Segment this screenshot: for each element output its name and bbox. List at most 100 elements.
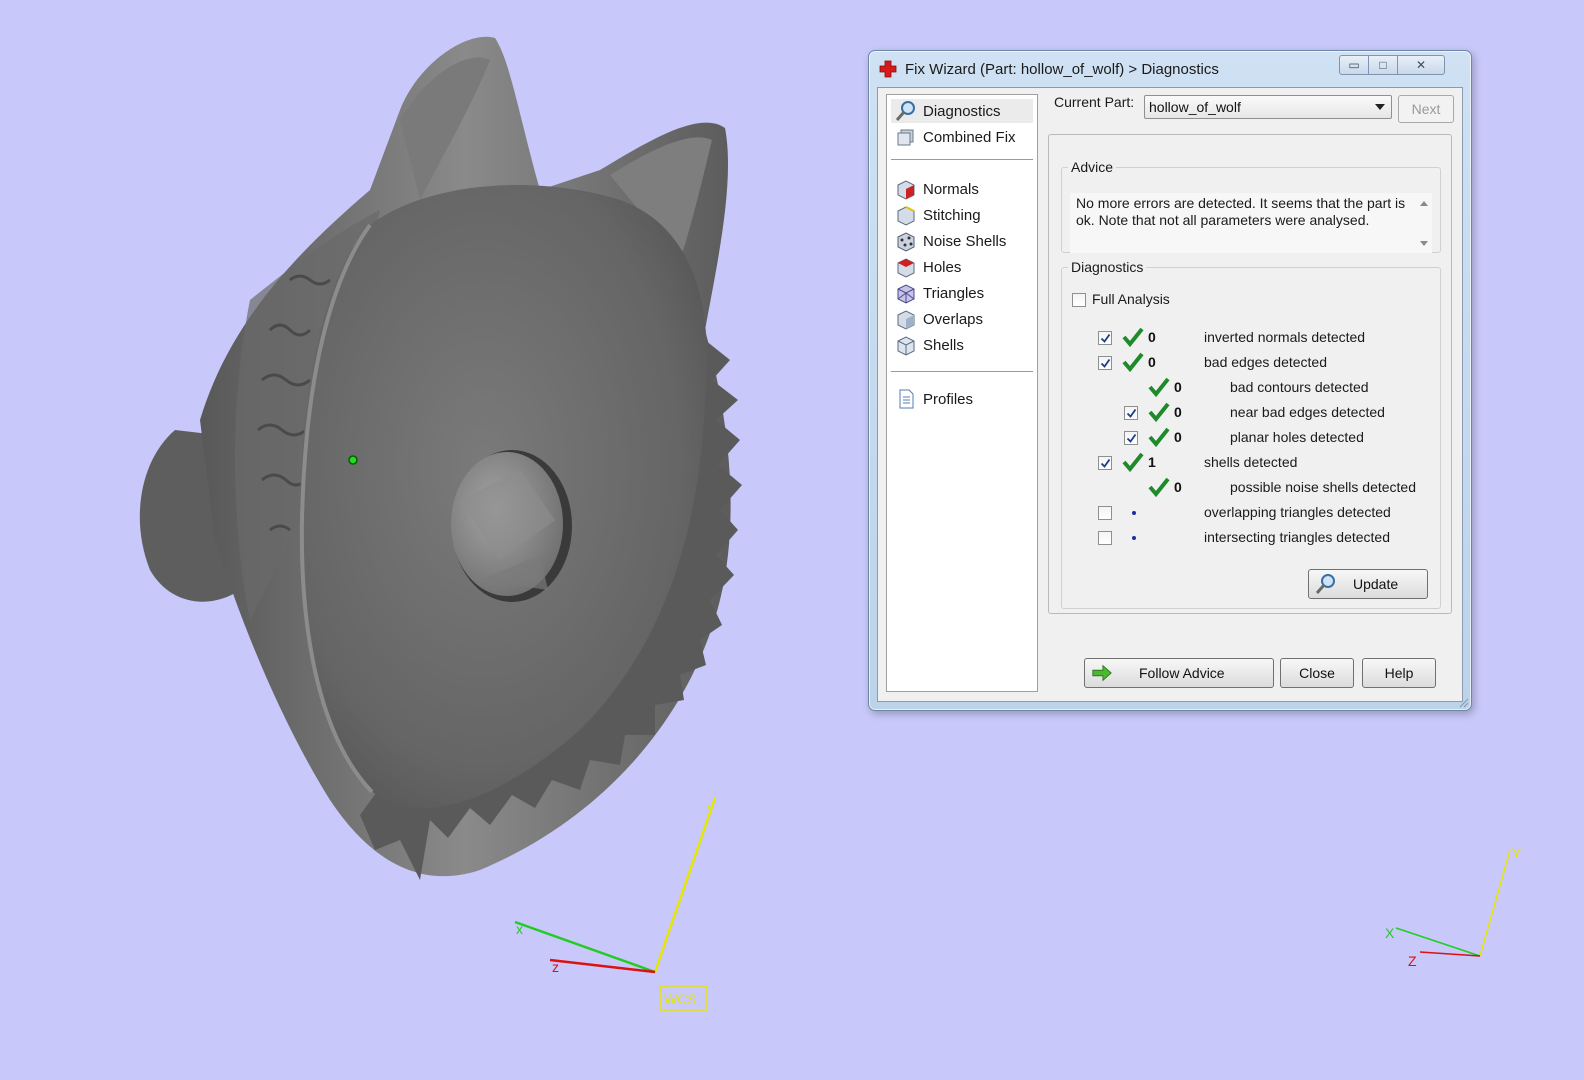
- follow-advice-button[interactable]: Follow Advice: [1084, 658, 1274, 688]
- checkmark-icon: [1100, 333, 1110, 343]
- wizard-sidebar: Diagnostics Combined Fix Normals Stitchi…: [886, 94, 1038, 692]
- sidebar-item-label: Noise Shells: [923, 232, 1007, 250]
- inverted-normals-label: inverted normals detected: [1204, 329, 1366, 345]
- sidebar-item-label: Diagnostics: [923, 102, 1001, 120]
- resize-grip-icon[interactable]: [1457, 696, 1469, 708]
- checkmark-icon: [1100, 458, 1110, 468]
- sidebar-item-label: Combined Fix: [923, 128, 1016, 146]
- bad-edges-checkbox[interactable]: [1098, 356, 1112, 370]
- checkmark-icon: [1126, 408, 1136, 418]
- green-check-icon: [1122, 352, 1144, 372]
- advice-group: Advice No more errors are detected. It s…: [1061, 159, 1441, 253]
- sidebar-item-overlaps[interactable]: Overlaps: [891, 307, 1033, 331]
- corner-x-label: X: [1385, 925, 1395, 941]
- next-button[interactable]: Next: [1398, 95, 1454, 123]
- corner-y-label: Y: [1512, 845, 1522, 861]
- full-analysis-checkbox[interactable]: [1072, 293, 1086, 307]
- wcs-label: WCS: [664, 991, 697, 1007]
- shells-count: 1: [1148, 454, 1156, 470]
- inverted-normals-checkbox[interactable]: [1098, 331, 1112, 345]
- help-button[interactable]: Help: [1362, 658, 1436, 688]
- minimize-button[interactable]: ▭: [1339, 55, 1369, 75]
- document-icon: [899, 389, 914, 409]
- sidebar-item-label: Normals: [923, 180, 979, 198]
- magnifier-icon: [1315, 574, 1335, 594]
- sidebar-item-label: Holes: [923, 258, 962, 276]
- close-window-button[interactable]: ✕: [1397, 55, 1445, 75]
- scroll-down-icon[interactable]: [1420, 241, 1428, 246]
- near-bad-edges-label: near bad edges detected: [1230, 404, 1385, 420]
- sidebar-item-combined-fix[interactable]: Combined Fix: [891, 125, 1033, 149]
- intersecting-triangles-checkbox[interactable]: [1098, 531, 1112, 545]
- current-part-value: hollow_of_wolf: [1149, 99, 1241, 115]
- diagnostics-group: Diagnostics Full Analysis 0 inverted nor…: [1061, 259, 1441, 609]
- update-button-label: Update: [1353, 576, 1399, 592]
- dialog-title: Fix Wizard (Part: hollow_of_wolf) > Diag…: [905, 61, 1219, 78]
- wolf-model: [139, 36, 742, 880]
- green-check-icon: [1122, 327, 1144, 347]
- overlapping-triangles-label: overlapping triangles detected: [1204, 504, 1391, 520]
- triangles-cube-icon: [897, 284, 915, 304]
- sidebar-item-stitching[interactable]: Stitching: [891, 203, 1033, 227]
- current-part-select[interactable]: hollow_of_wolf: [1144, 95, 1392, 119]
- sidebar-item-label: Profiles: [923, 390, 974, 408]
- current-part-label: Current Part:: [1054, 94, 1135, 110]
- red-cross-icon: [879, 60, 897, 78]
- sidebar-item-noise-shells[interactable]: Noise Shells: [891, 229, 1033, 253]
- sidebar-item-label: Overlaps: [923, 310, 984, 328]
- fix-wizard-dialog: Fix Wizard (Part: hollow_of_wolf) > Diag…: [868, 50, 1472, 711]
- normals-cube-icon: [897, 180, 915, 200]
- sidebar-item-triangles[interactable]: Triangles: [891, 281, 1033, 305]
- advice-legend: Advice: [1071, 159, 1114, 175]
- noise-shells-icon: [897, 232, 915, 252]
- shells-checkbox[interactable]: [1098, 456, 1112, 470]
- bad-edges-label: bad edges detected: [1204, 354, 1327, 370]
- sidebar-item-label: Shells: [923, 336, 964, 354]
- green-check-icon: [1148, 477, 1170, 497]
- scroll-up-icon[interactable]: [1420, 201, 1428, 206]
- maximize-button[interactable]: □: [1368, 55, 1398, 75]
- intersecting-triangles-label: intersecting triangles detected: [1204, 529, 1390, 545]
- close-button[interactable]: Close: [1280, 658, 1354, 688]
- green-check-icon: [1122, 452, 1144, 472]
- overlapping-triangles-checkbox[interactable]: [1098, 506, 1112, 520]
- cube-stack-icon: [897, 129, 914, 146]
- noise-shells-count: 0: [1174, 479, 1182, 495]
- bad-edges-count: 0: [1148, 354, 1156, 370]
- bad-contours-count: 0: [1174, 379, 1182, 395]
- green-check-icon: [1148, 402, 1170, 422]
- sidebar-item-diagnostics[interactable]: Diagnostics: [891, 99, 1033, 123]
- stitching-cube-icon: [897, 206, 915, 226]
- advice-text: No more errors are detected. It seems th…: [1076, 195, 1406, 228]
- near-bad-edges-count: 0: [1174, 404, 1182, 420]
- sidebar-divider: [891, 371, 1033, 373]
- overlaps-cube-icon: [897, 310, 915, 330]
- maximize-icon: □: [1379, 58, 1387, 72]
- planar-holes-checkbox[interactable]: [1124, 431, 1138, 445]
- dialog-titlebar[interactable]: Fix Wizard (Part: hollow_of_wolf) > Diag…: [869, 51, 1471, 87]
- arrow-right-icon: [1092, 664, 1112, 682]
- sidebar-item-holes[interactable]: Holes: [891, 255, 1033, 279]
- sidebar-item-profiles[interactable]: Profiles: [891, 387, 1033, 411]
- close-icon: ✕: [1415, 58, 1427, 72]
- wcs-y-label: y: [707, 799, 714, 815]
- bad-contours-label: bad contours detected: [1230, 379, 1369, 395]
- advice-textbox[interactable]: No more errors are detected. It seems th…: [1070, 193, 1432, 253]
- near-bad-edges-checkbox[interactable]: [1124, 406, 1138, 420]
- shells-cube-icon: [897, 336, 915, 356]
- pending-dot-icon: [1132, 536, 1136, 540]
- follow-advice-label: Follow Advice: [1139, 665, 1225, 681]
- update-button[interactable]: Update: [1308, 569, 1428, 599]
- sidebar-divider: [891, 159, 1033, 161]
- sidebar-item-normals[interactable]: Normals: [891, 177, 1033, 201]
- shells-label: shells detected: [1204, 454, 1298, 470]
- magnifier-icon: [895, 101, 915, 121]
- corner-axes: Y X Z: [1385, 845, 1522, 969]
- pending-dot-icon: [1132, 511, 1136, 515]
- sidebar-item-shells[interactable]: Shells: [891, 333, 1033, 357]
- selection-marker[interactable]: [348, 455, 358, 465]
- diagnostics-legend: Diagnostics: [1071, 259, 1144, 275]
- planar-holes-label: planar holes detected: [1230, 429, 1364, 445]
- advice-scrollbar[interactable]: [1416, 193, 1432, 253]
- inverted-normals-count: 0: [1148, 329, 1156, 345]
